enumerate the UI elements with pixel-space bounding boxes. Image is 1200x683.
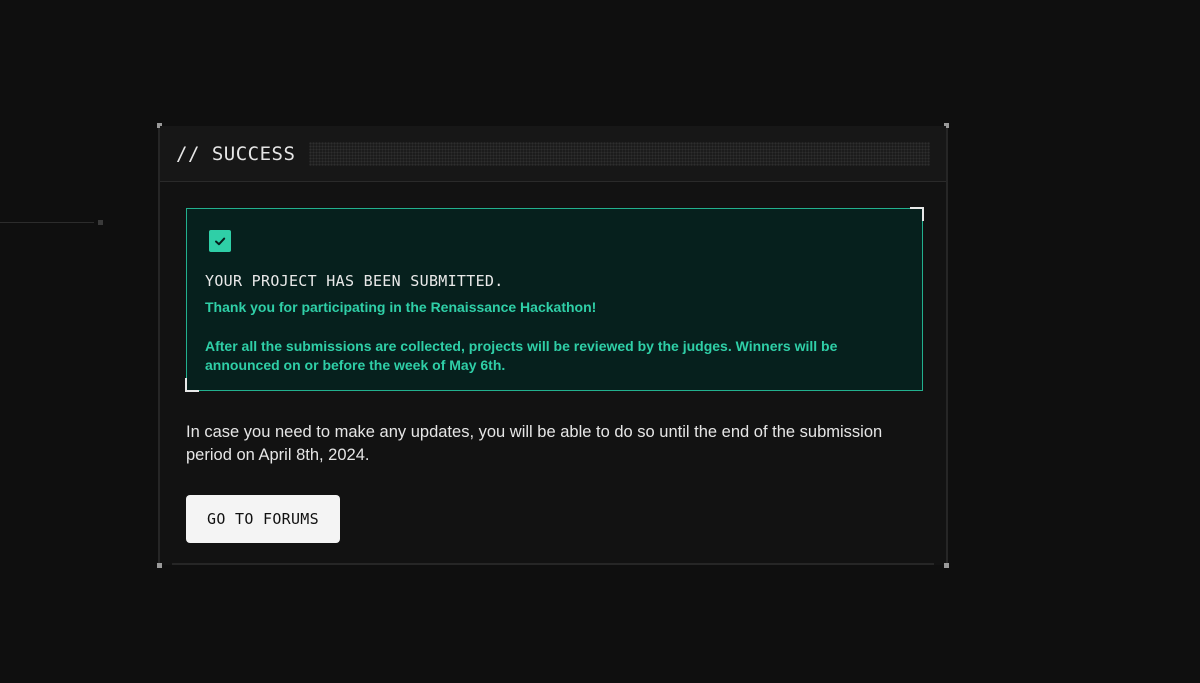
decorative-dot bbox=[98, 220, 103, 225]
go-to-forums-button[interactable]: GO TO FORUMS bbox=[186, 495, 340, 543]
header-dot-pattern bbox=[309, 141, 930, 166]
corner-marker bbox=[157, 563, 162, 568]
modal-bottom-border bbox=[172, 563, 934, 565]
update-info-text: In case you need to make any updates, yo… bbox=[186, 423, 883, 464]
decorative-line bbox=[0, 222, 94, 223]
thank-you-message: Thank you for participating in the Renai… bbox=[205, 299, 597, 315]
box-corner-bracket bbox=[910, 207, 924, 221]
check-icon bbox=[209, 230, 231, 252]
modal-title: // SUCCESS bbox=[176, 142, 296, 165]
submission-confirmation-title: YOUR PROJECT HAS BEEN SUBMITTED. bbox=[205, 272, 504, 290]
corner-marker bbox=[944, 563, 949, 568]
success-message-box: YOUR PROJECT HAS BEEN SUBMITTED. Thank y… bbox=[185, 207, 924, 392]
modal-header: // SUCCESS bbox=[160, 126, 946, 182]
success-modal: // SUCCESS YOUR PROJECT HAS BEEN SUBMITT… bbox=[157, 123, 949, 568]
review-details-message: After all the submissions are collected,… bbox=[205, 338, 838, 373]
box-corner-bracket bbox=[185, 378, 199, 392]
